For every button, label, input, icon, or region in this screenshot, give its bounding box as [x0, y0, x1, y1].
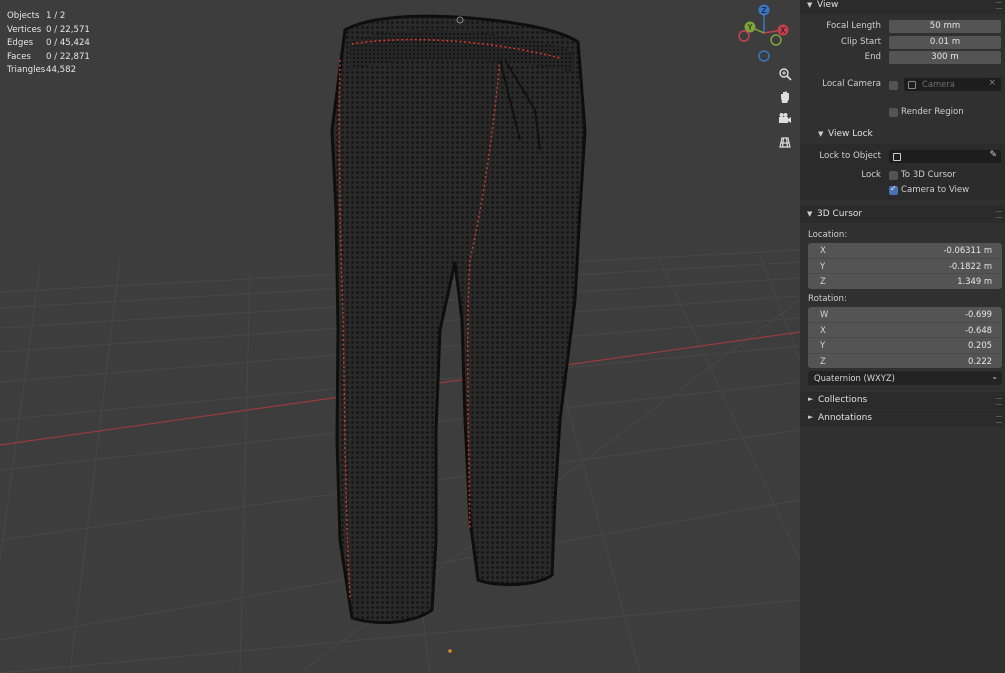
viewport-statistics: Objects 1 / 2 Vertices 0 / 22,571 Edges 0 /… — [7, 10, 90, 78]
focal-length-row: Focal Length 50 mm — [800, 20, 1005, 35]
view-lock-subpanel-header[interactable]: ▼ View Lock — [800, 128, 1005, 144]
stat-faces: Faces 0 / 22,871 — [7, 51, 90, 62]
expand-triangle-icon: ▼ — [807, 1, 813, 9]
stat-triangles: Triangles 44,582 — [7, 65, 77, 75]
collections-panel-header[interactable]: ► Collections — [800, 392, 1005, 409]
3d-cursor-panel-header[interactable]: ▼ 3D Cursor — [800, 205, 1005, 223]
cursor-location-fields: X -0.06311 m Y -0.1822 m Z 1.349 m — [808, 243, 1002, 289]
svg-text:Z: Z — [761, 6, 767, 15]
eyedropper-icon[interactable]: ✎ — [989, 150, 997, 160]
expand-triangle-icon: ▼ — [818, 130, 824, 138]
hand-pan-icon[interactable] — [775, 87, 795, 107]
camera-to-view-row: Camera to View — [800, 184, 1005, 199]
lock-row: Lock To 3D Cursor — [861, 170, 956, 180]
svg-text:X: X — [780, 26, 785, 35]
clip-start-row: Clip Start 0.01 m — [800, 36, 1005, 51]
location-z-field[interactable]: Z 1.349 m — [808, 274, 1002, 289]
clear-icon[interactable]: × — [988, 78, 996, 88]
origin-dot — [448, 649, 452, 653]
rotation-z-field[interactable]: Z 0.222 — [808, 354, 1002, 369]
local-camera-object-field[interactable]: Camera × — [904, 78, 1001, 91]
zoom-icon[interactable] — [775, 64, 795, 84]
pants-mesh[interactable] — [330, 14, 587, 625]
render-region-checkbox[interactable] — [889, 108, 898, 117]
local-camera-row: Local Camera Camera × — [800, 78, 1005, 93]
local-camera-checkbox[interactable] — [889, 81, 898, 90]
collapsed-triangle-icon: ► — [808, 413, 814, 421]
clip-end-row: End 300 m — [800, 51, 1005, 66]
view-panel-header[interactable]: ▼ View — [800, 0, 1005, 14]
panel-drag-grip-icon[interactable] — [996, 211, 1002, 218]
rotation-mode-dropdown[interactable]: Quaternion (WXYZ) ⌄ — [808, 371, 1002, 385]
panel-drag-grip-icon[interactable] — [996, 2, 1002, 9]
chevron-down-icon: ⌄ — [991, 372, 998, 381]
rotation-x-field[interactable]: X -0.648 — [808, 323, 1002, 338]
grid-icon[interactable] — [775, 132, 795, 152]
camera-to-view-checkbox[interactable] — [889, 184, 898, 195]
lock-to-object-row: Lock to Object ✎ — [800, 150, 1005, 165]
panel-drag-grip-icon[interactable] — [996, 398, 1002, 405]
object-icon — [893, 153, 901, 161]
panel-drag-grip-icon[interactable] — [996, 416, 1002, 423]
location-y-field[interactable]: Y -0.1822 m — [808, 259, 1002, 274]
collapsed-triangle-icon: ► — [808, 395, 814, 403]
rotation-y-field[interactable]: Y 0.205 — [808, 338, 1002, 354]
stat-vertices: Vertices 0 / 22,571 — [7, 24, 90, 35]
gizmo-neg-z[interactable] — [758, 50, 770, 62]
gizmo-neg-y[interactable] — [770, 34, 782, 46]
annotations-panel-header[interactable]: ► Annotations — [800, 410, 1005, 427]
to-3d-cursor-checkbox[interactable] — [889, 171, 898, 180]
gizmo-neg-x[interactable] — [738, 30, 750, 42]
clip-start-field[interactable]: 0.01 m — [889, 36, 1001, 49]
svg-text:Y: Y — [747, 23, 753, 32]
stat-edges: Edges 0 / 45,424 — [7, 38, 90, 48]
location-x-field[interactable]: X -0.06311 m — [808, 243, 1002, 259]
clip-end-field[interactable]: 300 m — [889, 51, 1001, 64]
render-region-row: Render Region — [800, 105, 1005, 120]
navigation-gizmo[interactable]: Z X Y — [734, 2, 794, 64]
expand-triangle-icon: ▼ — [807, 210, 813, 218]
camera-icon[interactable] — [775, 109, 795, 129]
3d-viewport[interactable]: Objects 1 / 2 Vertices 0 / 22,571 Edges 0 /… — [0, 0, 800, 673]
camera-object-icon — [908, 81, 916, 89]
rotation-w-field[interactable]: W -0.699 — [808, 307, 1002, 323]
focal-length-field[interactable]: 50 mm — [889, 20, 1001, 33]
stat-objects: Objects 1 / 2 — [7, 11, 66, 21]
viewport-scene — [0, 14, 800, 673]
lock-to-object-field[interactable]: ✎ — [889, 150, 1001, 163]
cursor-rotation-fields: W -0.699 X -0.648 Y 0.205 Z 0.222 — [808, 307, 1002, 368]
